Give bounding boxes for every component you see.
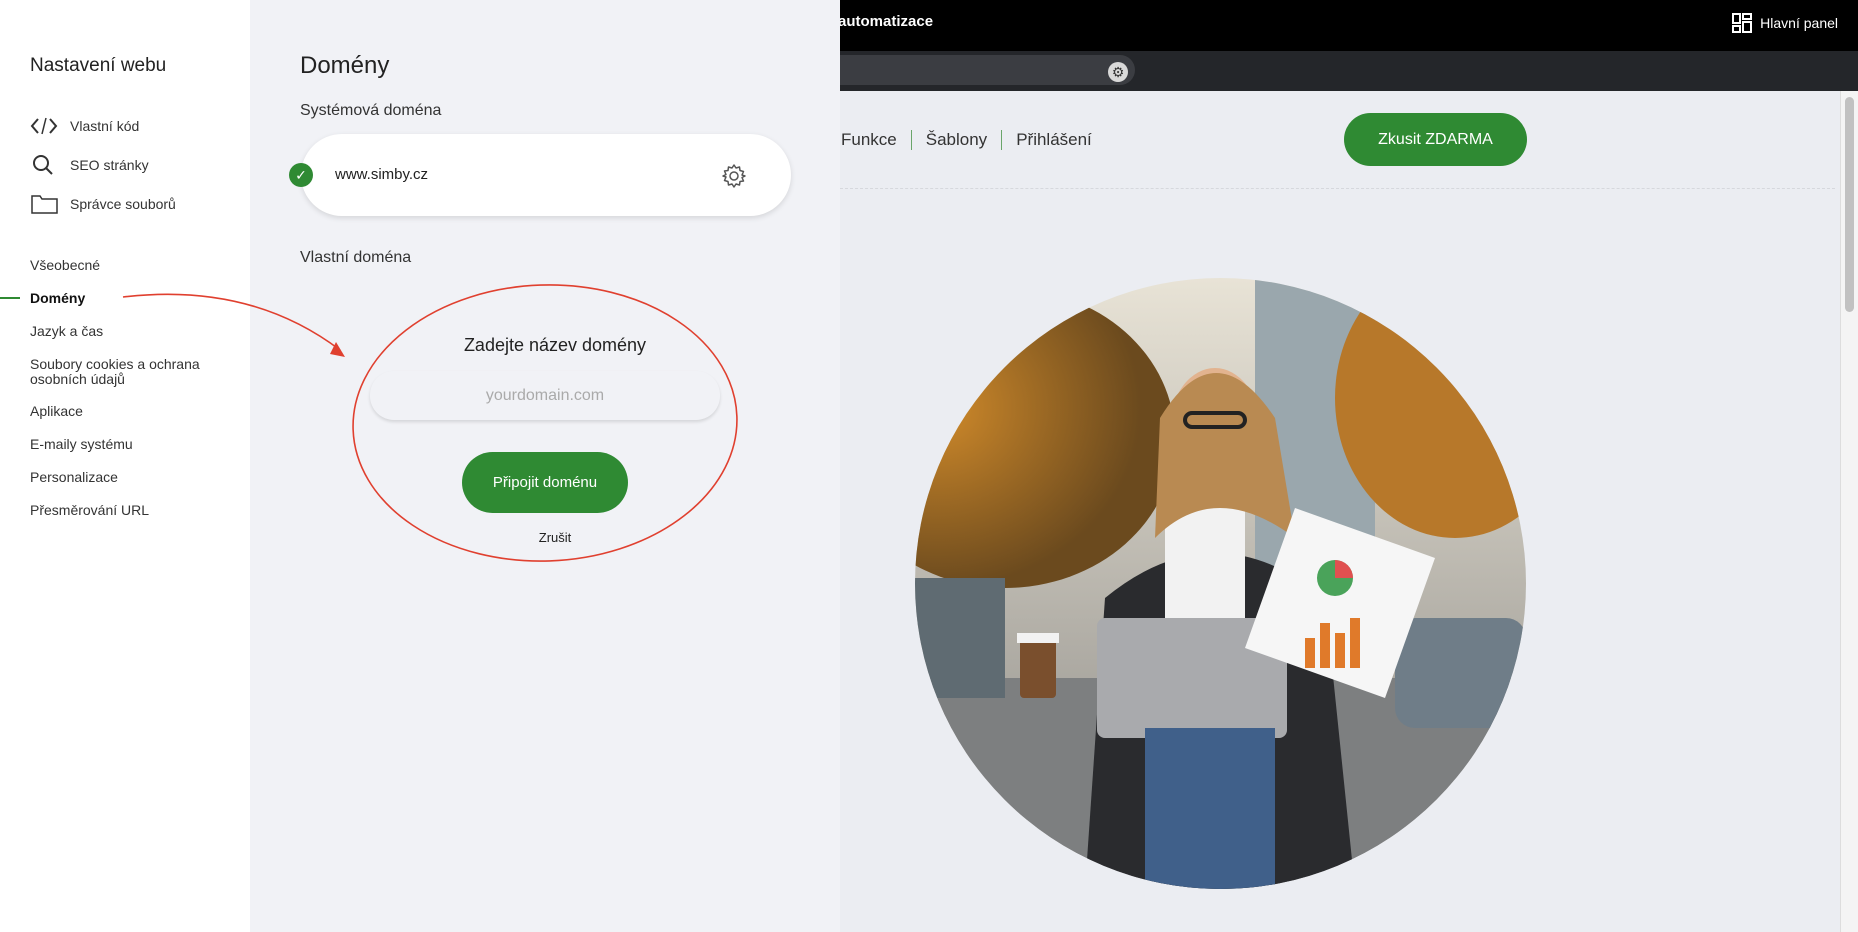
nav-divider [910, 130, 912, 150]
url-field[interactable] [830, 55, 1135, 85]
preview-scrollbar-thumb[interactable] [1845, 97, 1854, 312]
cancel-link[interactable]: Zrušit [250, 530, 840, 545]
page-title: Domény [300, 52, 390, 79]
try-free-button[interactable]: Zkusit ZDARMA [1344, 113, 1527, 166]
url-settings-gear-icon[interactable]: ⚙ [1108, 62, 1128, 82]
folder-icon [30, 192, 66, 216]
site-nav: Funkce Šablony Přihlášení [841, 130, 1092, 150]
domain-input[interactable] [370, 371, 720, 420]
sidebar-item-system-emails[interactable]: E-maily systému [30, 437, 133, 452]
connect-domain-button[interactable]: Připojit doménu [462, 452, 628, 513]
code-icon [30, 114, 66, 138]
search-icon [30, 153, 66, 177]
active-indicator [0, 297, 20, 299]
domain-settings-gear-icon[interactable] [721, 163, 747, 189]
hero-image [915, 278, 1526, 889]
brand-text: automatizace [838, 13, 934, 30]
check-icon: ✓ [289, 163, 313, 187]
dashboard-icon [1732, 13, 1753, 33]
nav-divider [1001, 130, 1003, 150]
system-domain-heading: Systémová doména [300, 102, 442, 119]
enter-domain-title: Zadejte název domény [463, 335, 647, 355]
tool-label: Vlastní kód [70, 118, 140, 134]
sidebar-item-domains[interactable]: Domény [30, 291, 85, 306]
tool-label: Správce souborů [70, 196, 176, 212]
settings-sidebar: Nastavení webu Vlastní kód SEO stránky S… [0, 0, 250, 932]
domains-panel: Domény Systémová doména ✓ www.simby.cz V… [250, 0, 840, 932]
system-domain-value: www.simby.cz [335, 166, 429, 183]
sidebar-item-personalization[interactable]: Personalizace [30, 470, 118, 485]
site-nav-prihlaseni[interactable]: Přihlášení [1016, 130, 1092, 150]
tool-file-manager[interactable]: Správce souborů [30, 192, 176, 216]
sidebar-item-language-time[interactable]: Jazyk a čas [30, 324, 103, 339]
site-nav-sablony[interactable]: Šablony [926, 130, 987, 150]
sidebar-item-apps[interactable]: Aplikace [30, 404, 83, 419]
sidebar-item-cookies-privacy[interactable]: Soubory cookies a ochrana osobních údajů [30, 357, 220, 387]
tool-seo[interactable]: SEO stránky [30, 153, 149, 177]
custom-domain-heading: Vlastní doména [300, 249, 412, 266]
tool-custom-code[interactable]: Vlastní kód [30, 114, 139, 138]
sidebar-title: Nastavení webu [30, 55, 167, 76]
dashboard-button[interactable]: Hlavní panel [1732, 13, 1838, 33]
sidebar-item-url-redirects[interactable]: Přesměrování URL [30, 503, 149, 518]
dashboard-label: Hlavní panel [1760, 15, 1838, 31]
site-nav-funkce[interactable]: Funkce [841, 130, 897, 150]
tool-label: SEO stránky [70, 157, 149, 173]
header-divider [840, 188, 1835, 189]
sidebar-item-general[interactable]: Všeobecné [30, 258, 100, 273]
